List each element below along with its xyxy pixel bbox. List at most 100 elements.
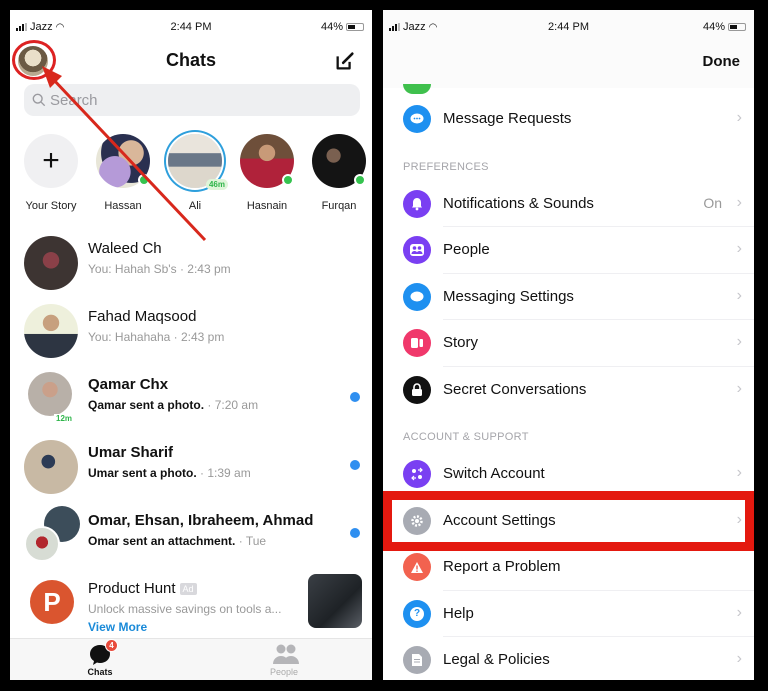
settings-label: Secret Conversations — [443, 380, 587, 398]
ad-text: Unlock massive savings on tools a... — [88, 602, 282, 616]
carrier-name: Jazz — [30, 21, 53, 33]
add-story-icon: + — [24, 134, 78, 188]
message-requests-icon — [403, 105, 431, 133]
settings-screen: Jazz ◠ 2:44 PM 44% Done Message Requests … — [383, 10, 754, 680]
switch-account-icon — [403, 460, 431, 488]
status-bar: Jazz ◠ 2:44 PM 44% — [10, 10, 372, 34]
settings-item-account-settings[interactable]: Account Settings › — [383, 498, 754, 544]
document-icon — [403, 646, 431, 674]
chats-header: Chats — [10, 40, 372, 80]
story-avatar: 46m — [168, 134, 228, 190]
compose-icon[interactable] — [334, 50, 356, 72]
chat-list: Waleed Ch You: Hahah Sb's · 2:43 pm Faha… — [10, 228, 372, 642]
settings-item-message-requests[interactable]: Message Requests › — [383, 96, 754, 143]
chat-row[interactable]: Waleed Ch You: Hahah Sb's · 2:43 pm — [10, 228, 372, 296]
chat-preview: You: Hahah Sb's · 2:43 pm — [88, 262, 231, 276]
chat-avatar — [24, 440, 78, 494]
search-input[interactable]: Search — [24, 84, 360, 116]
story-icon — [403, 329, 431, 357]
settings-item-notifications[interactable]: Notifications & Sounds On › — [383, 181, 754, 227]
story-hassan[interactable]: Hassan — [88, 134, 158, 212]
group-avatar-front — [24, 526, 60, 562]
settings-item-messaging-settings[interactable]: Messaging Settings › — [383, 274, 754, 320]
tab-people[interactable]: People — [254, 643, 314, 677]
ad-name: Product Hunt Ad — [88, 580, 197, 597]
status-time: 2:44 PM — [548, 21, 589, 33]
chat-name: Qamar Chx — [88, 376, 169, 393]
chevron-right-icon: › — [736, 379, 742, 397]
settings-label: Legal & Policies — [443, 651, 550, 668]
chat-row[interactable]: Fahad Maqsood You: Hahahaha · 2:43 pm — [10, 296, 372, 364]
wifi-icon: ◠ — [55, 21, 65, 33]
chevron-right-icon: › — [736, 333, 742, 350]
story-your-story[interactable]: + Your Story — [16, 134, 86, 212]
settings-header: Done — [383, 34, 754, 88]
section-header-account-support: ACCOUNT & SUPPORT — [403, 431, 529, 443]
unread-dot — [350, 528, 360, 538]
online-indicator — [138, 174, 150, 186]
settings-label: Notifications & Sounds — [443, 194, 594, 212]
active-time-badge: 12m — [54, 414, 75, 423]
settings-item-secret-conversations[interactable]: Secret Conversations › — [383, 367, 754, 414]
online-indicator — [282, 174, 294, 186]
chevron-right-icon: › — [736, 286, 742, 304]
chat-preview: You: Hahahaha · 2:43 pm — [88, 330, 225, 344]
story-time-badge: 46m — [205, 179, 228, 190]
chat-row[interactable]: Umar Sharif Umar sent a photo. · 1:39 am — [10, 432, 372, 500]
message-bubble-icon — [403, 282, 431, 311]
tab-chats[interactable]: 4 Chats — [70, 639, 130, 677]
settings-label: Story — [443, 334, 479, 351]
story-ali[interactable]: 46m Ali — [160, 134, 230, 212]
notifications-value: On — [703, 194, 722, 211]
settings-item-report-problem[interactable]: Report a Problem — [383, 544, 754, 591]
search-placeholder: Search — [50, 91, 98, 109]
settings-item-help[interactable]: ? Help › — [383, 591, 754, 637]
story-label: Your Story — [25, 200, 77, 212]
page-title: Chats — [165, 50, 216, 70]
settings-label: Report a Problem — [443, 558, 561, 575]
ad-row[interactable]: P Product Hunt Ad Unlock massive savings … — [10, 568, 372, 642]
story-furqan[interactable]: Furqan — [304, 134, 372, 212]
chat-name: Omar, Ehsan, Ibraheem, Ahmad — [88, 512, 314, 529]
unread-dot — [350, 460, 360, 470]
search-icon — [32, 93, 46, 107]
ad-thumbnail[interactable] — [308, 574, 362, 628]
wifi-icon: ◠ — [428, 21, 438, 33]
chat-row[interactable]: Omar, Ehsan, Ibraheem, Ahmad Omar sent a… — [10, 500, 372, 568]
chat-row[interactable]: 12m Qamar Chx Qamar sent a photo. · 7:20… — [10, 364, 372, 432]
done-button[interactable]: Done — [703, 53, 741, 70]
settings-item-story[interactable]: Story › — [383, 320, 754, 367]
story-avatar — [96, 134, 150, 188]
unread-dot — [350, 392, 360, 402]
lock-icon — [403, 375, 431, 404]
chat-preview: Qamar sent a photo. · 7:20 am — [88, 398, 259, 412]
settings-label: Account Settings — [443, 511, 556, 529]
chevron-right-icon: › — [736, 464, 742, 481]
settings-item-people[interactable]: People › — [383, 227, 754, 274]
story-avatar — [312, 134, 366, 188]
settings-label: People — [443, 241, 490, 258]
signal-icon — [389, 23, 400, 31]
help-icon: ? — [403, 599, 431, 628]
gear-icon — [403, 506, 431, 535]
bell-icon — [403, 189, 431, 218]
settings-label: Messaging Settings — [443, 287, 574, 305]
chevron-right-icon: › — [736, 109, 742, 126]
chat-avatar — [28, 372, 72, 416]
story-label: Ali — [188, 200, 202, 212]
story-hasnain[interactable]: Hasnain — [232, 134, 302, 212]
chevron-right-icon: › — [736, 510, 742, 528]
chat-bubble-icon: 4 — [88, 639, 118, 665]
settings-item-legal-policies[interactable]: Legal & Policies › — [383, 637, 754, 680]
battery-icon — [346, 23, 364, 31]
chevron-right-icon: › — [736, 193, 742, 211]
warning-icon — [403, 553, 431, 581]
battery-icon — [728, 23, 746, 31]
story-avatar — [240, 134, 294, 188]
chat-avatar — [24, 236, 78, 290]
chat-avatar — [24, 304, 78, 358]
settings-label: Help — [443, 604, 474, 622]
tab-label: People — [269, 667, 299, 677]
settings-item-switch-account[interactable]: Switch Account › — [383, 451, 754, 498]
view-more-link[interactable]: View More — [88, 620, 147, 634]
